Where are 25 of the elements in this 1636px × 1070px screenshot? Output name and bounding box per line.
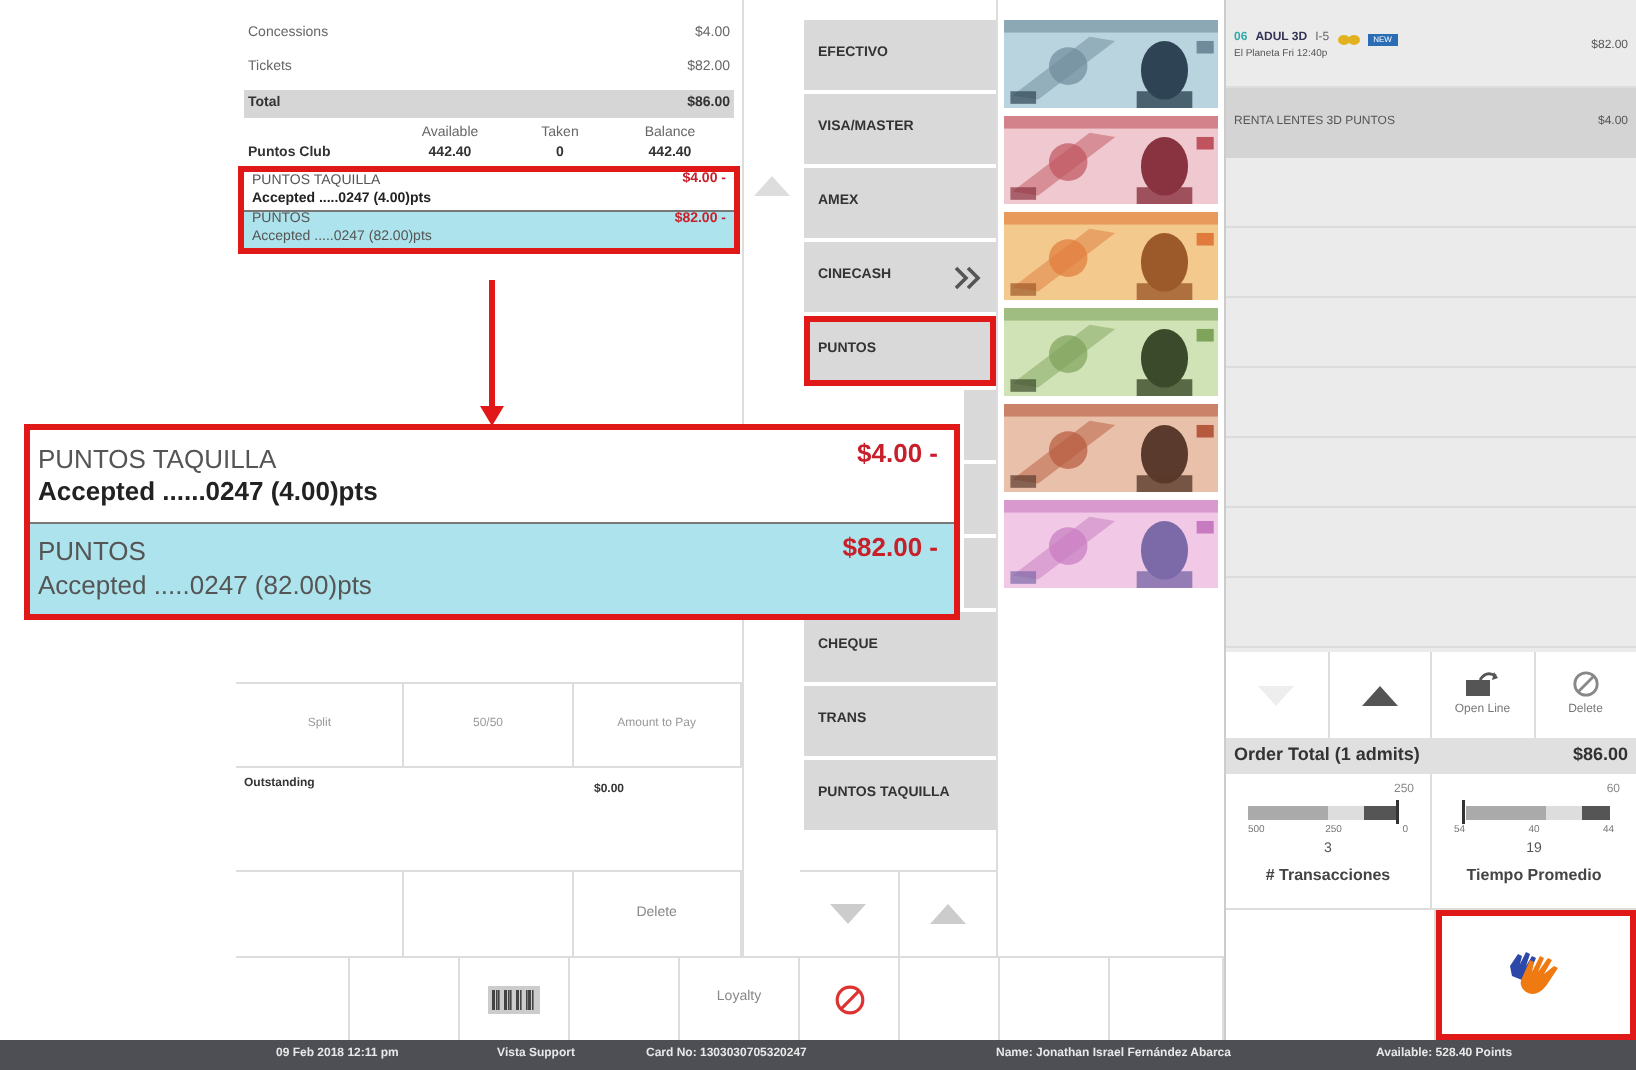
glasses-icon (1337, 33, 1360, 45)
payment-button-edge[interactable] (964, 390, 996, 460)
folder-icon (1464, 670, 1501, 698)
gauge-label: Tiempo Promedio (1466, 864, 1602, 888)
gauge-label: # Transacciones (1265, 864, 1391, 888)
payment-detail: Accepted .....0247 (82.00)pts (38, 569, 372, 602)
hand-button[interactable] (1436, 910, 1636, 1040)
payment-amount: $82.00 - (842, 530, 940, 566)
payment-button-edge[interactable] (964, 464, 996, 534)
order-total-amount: $86.00 (1572, 742, 1628, 769)
barcode-icon[interactable] (488, 985, 540, 1013)
scroll-down-icon (830, 904, 867, 924)
payment-name: PUNTOS TAQUILLA (38, 443, 279, 476)
scroll-up-icon (929, 904, 966, 924)
payment-row[interactable]: PUNTOS Accepted .....0247 (82.00)pts $82.00 - (30, 522, 954, 614)
scroll-up-icon (754, 176, 790, 196)
payment-button-edge[interactable] (964, 538, 996, 608)
double-chevron-icon (954, 265, 982, 289)
cancel-icon (1571, 670, 1600, 698)
scroll-up-icon (1361, 685, 1398, 705)
payment-detail: Accepted ......0247 (4.00)pts (38, 476, 378, 509)
order-total-label: Order Total (1 admits) (1234, 742, 1420, 769)
cancel-icon (833, 983, 865, 1015)
payment-amount: $4.00 - (857, 436, 940, 472)
payment-name: PUNTOS (38, 536, 148, 569)
